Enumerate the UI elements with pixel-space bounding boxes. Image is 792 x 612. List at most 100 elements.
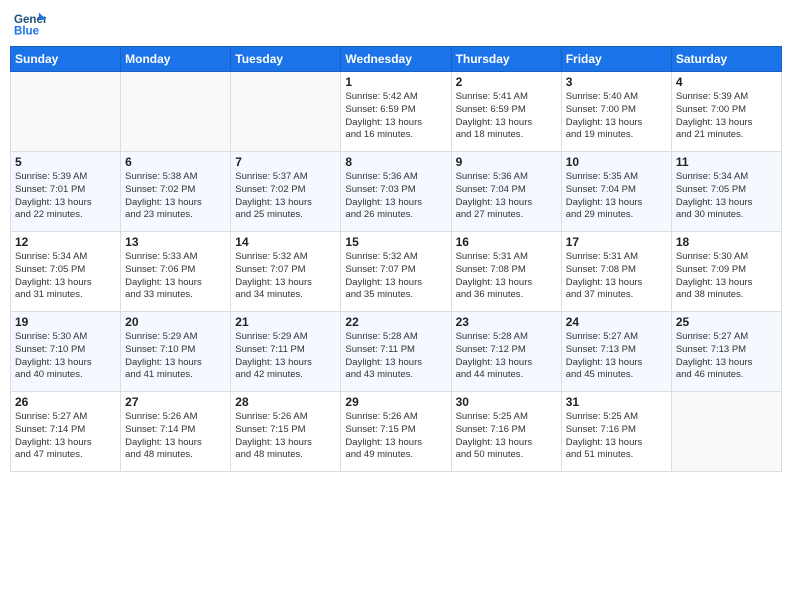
calendar-day-16: 16 Sunrise: 5:31 AMSunset: 7:08 PMDayligh… bbox=[451, 232, 561, 312]
day-number: 15 bbox=[345, 235, 446, 249]
calendar-day-18: 18 Sunrise: 5:30 AMSunset: 7:09 PMDayligh… bbox=[671, 232, 781, 312]
day-info: Sunrise: 5:27 AMSunset: 7:13 PMDaylight:… bbox=[566, 331, 667, 382]
day-number: 6 bbox=[125, 155, 226, 169]
calendar-day-6: 6Sunrise: 5:38 AMSunset: 7:02 PMDaylight… bbox=[121, 152, 231, 232]
day-info: Sunrise: 5:28 AMSunset: 7:11 PMDaylight:… bbox=[345, 331, 446, 382]
calendar-day-30: 30 Sunrise: 5:25 AMSunset: 7:16 PMDayligh… bbox=[451, 392, 561, 472]
day-info: Sunrise: 5:33 AMSunset: 7:06 PMDaylight:… bbox=[125, 251, 226, 302]
weekday-header-row: SundayMondayTuesdayWednesdayThursdayFrid… bbox=[11, 47, 782, 72]
day-number: 10 bbox=[566, 155, 667, 169]
calendar-day-14: 14 Sunrise: 5:32 AMSunset: 7:07 PMDayligh… bbox=[231, 232, 341, 312]
day-info: Sunrise: 5:32 AMSunset: 7:07 PMDaylight:… bbox=[235, 251, 336, 302]
calendar-day-19: 19 Sunrise: 5:30 AMSunset: 7:10 PMDayligh… bbox=[11, 312, 121, 392]
day-info: Sunrise: 5:27 AMSunset: 7:13 PMDaylight:… bbox=[676, 331, 777, 382]
header: General Blue bbox=[10, 10, 782, 38]
day-number: 21 bbox=[235, 315, 336, 329]
day-info: Sunrise: 5:39 AMSunset: 7:00 PMDaylight:… bbox=[676, 91, 777, 142]
day-number: 5 bbox=[15, 155, 116, 169]
day-number: 7 bbox=[235, 155, 336, 169]
day-info: Sunrise: 5:28 AMSunset: 7:12 PMDaylight:… bbox=[456, 331, 557, 382]
day-number: 14 bbox=[235, 235, 336, 249]
day-info: Sunrise: 5:29 AMSunset: 7:11 PMDaylight:… bbox=[235, 331, 336, 382]
day-number: 4 bbox=[676, 75, 777, 89]
calendar-day-22: 22Sunrise: 5:28 AMSunset: 7:11 PMDayligh… bbox=[341, 312, 451, 392]
day-number: 30 bbox=[456, 395, 557, 409]
calendar-empty-cell bbox=[11, 72, 121, 152]
day-info: Sunrise: 5:40 AMSunset: 7:00 PMDaylight:… bbox=[566, 91, 667, 142]
calendar-empty-cell bbox=[231, 72, 341, 152]
calendar-day-9: 9 Sunrise: 5:36 AMSunset: 7:04 PMDaylight… bbox=[451, 152, 561, 232]
day-number: 17 bbox=[566, 235, 667, 249]
calendar-day-26: 26Sunrise: 5:27 AMSunset: 7:14 PMDayligh… bbox=[11, 392, 121, 472]
day-info: Sunrise: 5:26 AMSunset: 7:14 PMDaylight:… bbox=[125, 411, 226, 462]
calendar-day-24: 24 Sunrise: 5:27 AMSunset: 7:13 PMDayligh… bbox=[561, 312, 671, 392]
calendar-day-11: 11 Sunrise: 5:34 AMSunset: 7:05 PMDayligh… bbox=[671, 152, 781, 232]
day-info: Sunrise: 5:36 AMSunset: 7:03 PMDaylight:… bbox=[345, 171, 446, 222]
day-number: 24 bbox=[566, 315, 667, 329]
day-info: Sunrise: 5:41 AMSunset: 6:59 PMDaylight:… bbox=[456, 91, 557, 142]
day-number: 28 bbox=[235, 395, 336, 409]
calendar-day-25: 25 Sunrise: 5:27 AMSunset: 7:13 PMDayligh… bbox=[671, 312, 781, 392]
day-number: 11 bbox=[676, 155, 777, 169]
calendar-day-2: 2 Sunrise: 5:41 AMSunset: 6:59 PMDaylight… bbox=[451, 72, 561, 152]
svg-text:Blue: Blue bbox=[14, 26, 40, 38]
day-info: Sunrise: 5:30 AMSunset: 7:09 PMDaylight:… bbox=[676, 251, 777, 302]
day-info: Sunrise: 5:25 AMSunset: 7:16 PMDaylight:… bbox=[456, 411, 557, 462]
day-number: 1 bbox=[345, 75, 446, 89]
day-info: Sunrise: 5:26 AMSunset: 7:15 PMDaylight:… bbox=[345, 411, 446, 462]
calendar-day-15: 15 Sunrise: 5:32 AMSunset: 7:07 PMDayligh… bbox=[341, 232, 451, 312]
weekday-header-sunday: Sunday bbox=[11, 47, 121, 72]
day-info: Sunrise: 5:30 AMSunset: 7:10 PMDaylight:… bbox=[15, 331, 116, 382]
weekday-header-wednesday: Wednesday bbox=[341, 47, 451, 72]
day-info: Sunrise: 5:35 AMSunset: 7:04 PMDaylight:… bbox=[566, 171, 667, 222]
day-number: 19 bbox=[15, 315, 116, 329]
day-info: Sunrise: 5:36 AMSunset: 7:04 PMDaylight:… bbox=[456, 171, 557, 222]
calendar-day-12: 12Sunrise: 5:34 AMSunset: 7:05 PMDayligh… bbox=[11, 232, 121, 312]
day-number: 9 bbox=[456, 155, 557, 169]
logo: General Blue bbox=[14, 10, 46, 38]
page: General Blue SundayMondayTuesdayWednesda… bbox=[0, 0, 792, 612]
day-number: 2 bbox=[456, 75, 557, 89]
calendar-day-29: 29 Sunrise: 5:26 AMSunset: 7:15 PMDayligh… bbox=[341, 392, 451, 472]
logo-icon: General Blue bbox=[14, 10, 46, 38]
day-info: Sunrise: 5:42 AMSunset: 6:59 PMDaylight:… bbox=[345, 91, 446, 142]
day-info: Sunrise: 5:31 AMSunset: 7:08 PMDaylight:… bbox=[566, 251, 667, 302]
day-info: Sunrise: 5:32 AMSunset: 7:07 PMDaylight:… bbox=[345, 251, 446, 302]
calendar-day-8: 8 Sunrise: 5:36 AMSunset: 7:03 PMDaylight… bbox=[341, 152, 451, 232]
day-number: 25 bbox=[676, 315, 777, 329]
calendar-week-row: 19 Sunrise: 5:30 AMSunset: 7:10 PMDayligh… bbox=[11, 312, 782, 392]
day-number: 26 bbox=[15, 395, 116, 409]
calendar-day-23: 23 Sunrise: 5:28 AMSunset: 7:12 PMDayligh… bbox=[451, 312, 561, 392]
calendar-day-10: 10 Sunrise: 5:35 AMSunset: 7:04 PMDayligh… bbox=[561, 152, 671, 232]
weekday-header-thursday: Thursday bbox=[451, 47, 561, 72]
calendar-day-31: 31 Sunrise: 5:25 AMSunset: 7:16 PMDayligh… bbox=[561, 392, 671, 472]
calendar-day-1: 1 Sunrise: 5:42 AMSunset: 6:59 PMDaylight… bbox=[341, 72, 451, 152]
calendar-day-27: 27Sunrise: 5:26 AMSunset: 7:14 PMDayligh… bbox=[121, 392, 231, 472]
weekday-header-friday: Friday bbox=[561, 47, 671, 72]
day-number: 16 bbox=[456, 235, 557, 249]
day-info: Sunrise: 5:37 AMSunset: 7:02 PMDaylight:… bbox=[235, 171, 336, 222]
calendar-day-20: 20 Sunrise: 5:29 AMSunset: 7:10 PMDayligh… bbox=[121, 312, 231, 392]
day-number: 13 bbox=[125, 235, 226, 249]
day-number: 20 bbox=[125, 315, 226, 329]
day-number: 23 bbox=[456, 315, 557, 329]
day-number: 8 bbox=[345, 155, 446, 169]
day-info: Sunrise: 5:31 AMSunset: 7:08 PMDaylight:… bbox=[456, 251, 557, 302]
weekday-header-monday: Monday bbox=[121, 47, 231, 72]
day-info: Sunrise: 5:34 AMSunset: 7:05 PMDaylight:… bbox=[15, 251, 116, 302]
calendar-day-7: 7 Sunrise: 5:37 AMSunset: 7:02 PMDaylight… bbox=[231, 152, 341, 232]
day-info: Sunrise: 5:34 AMSunset: 7:05 PMDaylight:… bbox=[676, 171, 777, 222]
day-info: Sunrise: 5:26 AMSunset: 7:15 PMDaylight:… bbox=[235, 411, 336, 462]
calendar-week-row: 1 Sunrise: 5:42 AMSunset: 6:59 PMDaylight… bbox=[11, 72, 782, 152]
day-number: 29 bbox=[345, 395, 446, 409]
calendar-day-13: 13 Sunrise: 5:33 AMSunset: 7:06 PMDayligh… bbox=[121, 232, 231, 312]
day-number: 18 bbox=[676, 235, 777, 249]
calendar-week-row: 12Sunrise: 5:34 AMSunset: 7:05 PMDayligh… bbox=[11, 232, 782, 312]
day-info: Sunrise: 5:29 AMSunset: 7:10 PMDaylight:… bbox=[125, 331, 226, 382]
calendar-day-28: 28 Sunrise: 5:26 AMSunset: 7:15 PMDayligh… bbox=[231, 392, 341, 472]
calendar-week-row: 26Sunrise: 5:27 AMSunset: 7:14 PMDayligh… bbox=[11, 392, 782, 472]
day-number: 31 bbox=[566, 395, 667, 409]
day-info: Sunrise: 5:25 AMSunset: 7:16 PMDaylight:… bbox=[566, 411, 667, 462]
weekday-header-tuesday: Tuesday bbox=[231, 47, 341, 72]
day-info: Sunrise: 5:39 AMSunset: 7:01 PMDaylight:… bbox=[15, 171, 116, 222]
